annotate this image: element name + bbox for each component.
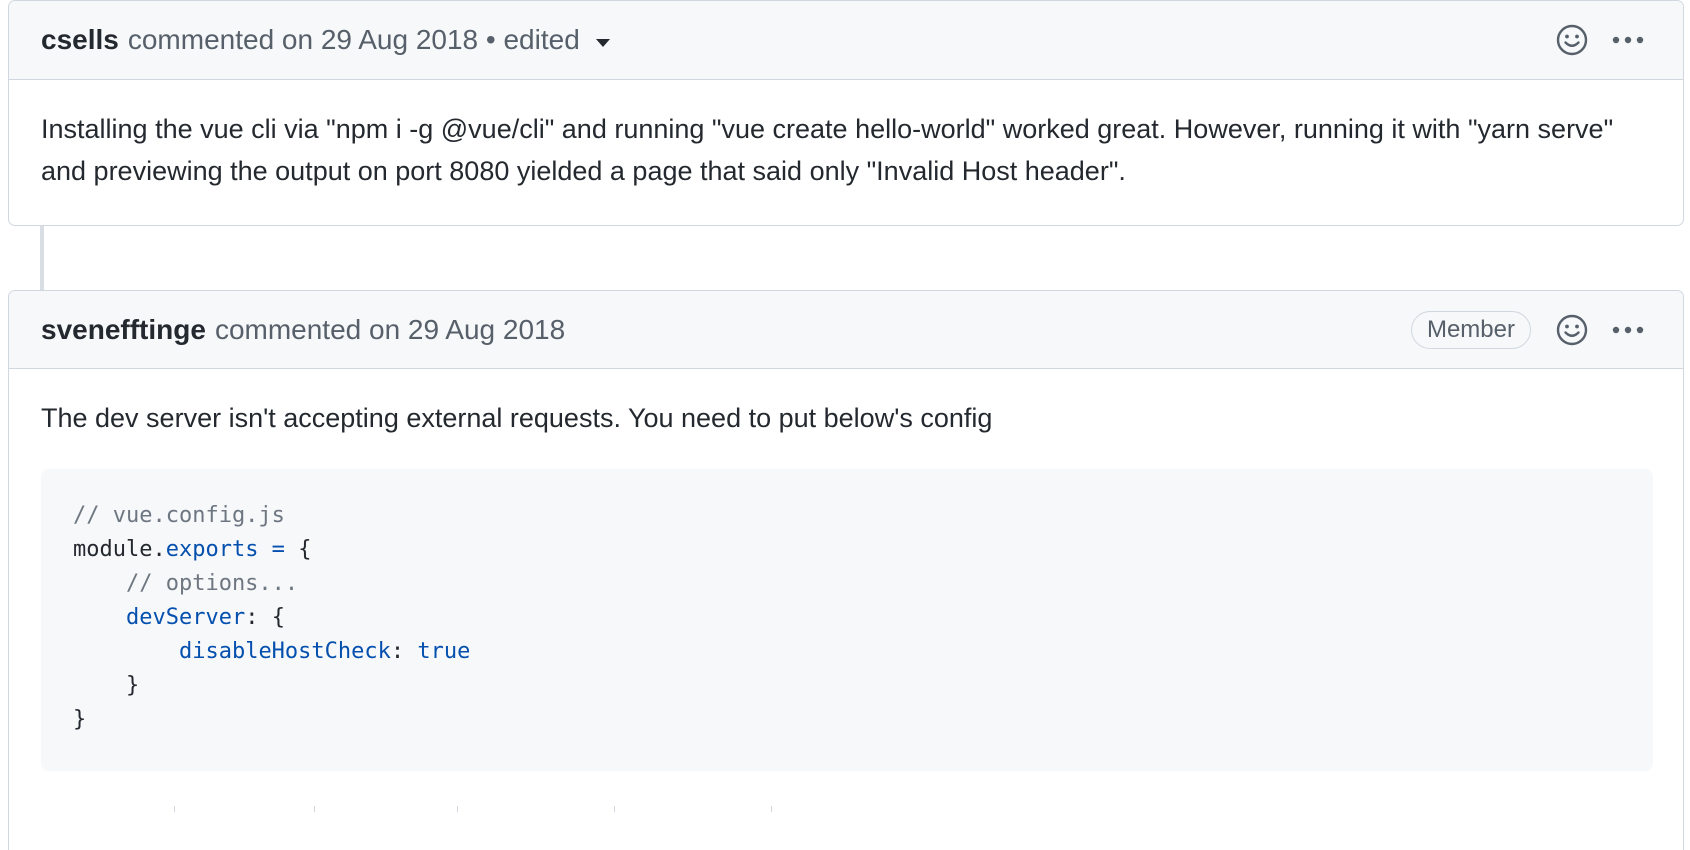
code-token: } [73, 707, 87, 732]
code-line: disableHostCheck: true [73, 635, 1621, 669]
smiley-icon[interactable] [1555, 313, 1589, 347]
code-token: : { [245, 605, 285, 630]
comment-body: The dev server isn't accepting external … [9, 369, 1683, 771]
caret-down-icon[interactable] [595, 39, 610, 47]
reaction-bar-edge [8, 806, 928, 812]
comment-timestamp[interactable]: commented on 29 Aug 2018 • edited [128, 24, 580, 56]
code-line: // options... [73, 567, 1621, 601]
code-block: // vue.config.js module.exports = { // op… [41, 469, 1653, 771]
reaction-divider [314, 806, 457, 812]
comment-timestamp[interactable]: commented on 29 Aug 2018 [215, 314, 565, 346]
code-line: devServer: { [73, 601, 1621, 635]
reaction-divider [614, 806, 771, 812]
comment-svenefftinge: svenefftinge commented on 29 Aug 2018 Me… [8, 290, 1684, 850]
reaction-divider [174, 806, 314, 812]
code-token: disableHostCheck [178, 639, 391, 664]
code-line: // vue.config.js [73, 499, 1621, 533]
smiley-icon[interactable] [1555, 23, 1589, 57]
code-token: } [73, 673, 140, 698]
code-token: devServer [125, 605, 246, 630]
code-line: module.exports = { [73, 533, 1621, 567]
comment-header: svenefftinge commented on 29 Aug 2018 Me… [9, 291, 1683, 369]
comment-text: The dev server isn't accepting external … [41, 403, 993, 433]
code-token: : [390, 639, 418, 664]
reaction-divider [8, 806, 174, 812]
comment-author[interactable]: svenefftinge [41, 314, 206, 346]
code-comment: // vue.config.js [73, 503, 285, 528]
kebab-horizontal-icon[interactable] [1611, 325, 1645, 335]
comment-actions: Member [1410, 291, 1645, 368]
comment-body: Installing the vue cli via "npm i -g @vu… [41, 114, 1614, 186]
code-token: true [417, 639, 471, 664]
code-token: = [258, 537, 299, 562]
comment-header: csells commented on 29 Aug 2018 • edited [9, 1, 1683, 80]
comment-author[interactable]: csells [41, 24, 119, 56]
comment-actions [1555, 1, 1645, 79]
reaction-divider [457, 806, 614, 812]
code-line: } [73, 703, 1621, 737]
comment-csells: csells commented on 29 Aug 2018 • edited… [8, 0, 1684, 226]
code-line: } [73, 669, 1621, 703]
timeline-connector [40, 224, 44, 290]
code-comment: // options... [73, 571, 299, 596]
member-badge: Member [1410, 310, 1531, 349]
reaction-divider [771, 806, 928, 812]
kebab-horizontal-icon[interactable] [1611, 35, 1645, 45]
code-token: { [298, 537, 312, 562]
code-token: exports [165, 537, 259, 562]
code-token: module. [73, 537, 166, 562]
